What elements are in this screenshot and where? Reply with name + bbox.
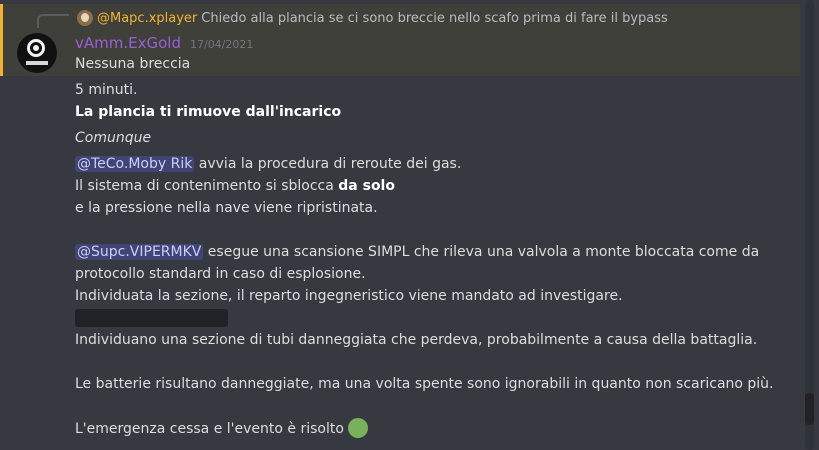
timestamp[interactable]: 17/04/2021	[190, 38, 253, 51]
avatar-logo-icon	[27, 39, 45, 57]
message-line: protocollo standard in caso di esplosion…	[75, 266, 366, 282]
reply-spine	[37, 14, 69, 28]
avatar-logo-base	[26, 61, 48, 65]
message-line: @Supc.VIPERMKV esegue una scansione SIMP…	[75, 242, 759, 262]
message-line: Individuano una sezione di tubi danneggi…	[75, 332, 758, 348]
username[interactable]: vAmm.ExGold	[75, 34, 181, 52]
line-text: esegue una scansione SIMPL che rileva un…	[203, 244, 760, 260]
reply-avatar-icon[interactable]	[77, 10, 93, 26]
green-circle-emoji-icon[interactable]	[347, 418, 368, 438]
message-line: Il sistema di contenimento si sblocca da…	[75, 176, 395, 196]
scrollbar-track[interactable]	[805, 0, 814, 450]
message-line-bold: La plancia ti rimuove dall'incarico	[75, 104, 342, 120]
message-line: Nessuna breccia	[75, 56, 191, 72]
message-line: Individuata la sezione, il reparto ingeg…	[75, 288, 623, 304]
message-line: e la pressione nella nave viene ripristi…	[75, 200, 378, 216]
reply-preview[interactable]: @Mapc.xplayer Chiedo alla plancia se ci …	[77, 9, 668, 27]
reply-author[interactable]: @Mapc.xplayer	[97, 11, 197, 26]
line-text: Il sistema di contenimento si sblocca	[75, 178, 339, 194]
line-text: avvia la procedura di reroute dei gas.	[194, 156, 462, 172]
user-mention[interactable]: @Supc.VIPERMKV	[75, 244, 204, 260]
message-line: Le batterie risultano danneggiate, ma un…	[75, 376, 774, 392]
spoiler-block[interactable]	[75, 309, 228, 327]
message-line: @TeCo.Moby Rik avvia la procedura di rer…	[75, 154, 461, 174]
bold-text: da solo	[338, 178, 395, 194]
message-line: 5 minuti.	[75, 82, 138, 98]
scrollbar-thumb[interactable]	[805, 393, 814, 425]
avatar[interactable]	[17, 33, 57, 73]
line-text: L'emergenza cessa e l'evento è risolto	[75, 421, 344, 437]
reply-text[interactable]: Chiedo alla plancia se ci sono breccie n…	[201, 11, 668, 26]
message-line-italic: Comunque	[75, 130, 152, 146]
message-header: vAmm.ExGold 17/04/2021	[75, 34, 253, 52]
message-line: L'emergenza cessa e l'evento è risolto	[75, 418, 368, 439]
user-mention[interactable]: @TeCo.Moby Rik	[75, 156, 195, 172]
